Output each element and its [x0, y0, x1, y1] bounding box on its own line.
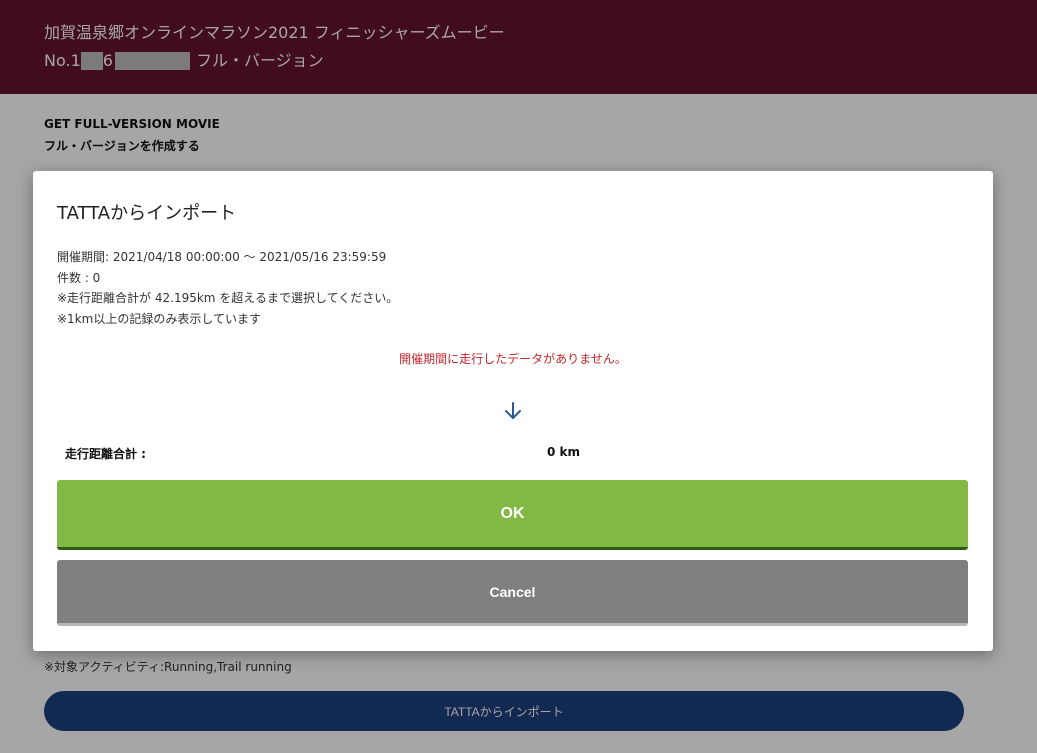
cancel-button[interactable]: Cancel	[57, 560, 968, 626]
ok-button[interactable]: OK	[57, 480, 968, 550]
import-modal: TATTAからインポート 開催期間: 2021/04/18 00:00:00 〜…	[33, 171, 993, 651]
distance-note: ※走行距離合計が 42.195km を超えるまで選択してください。	[57, 291, 399, 305]
arrow-down-icon	[505, 402, 521, 419]
record-count: 件数 : 0	[57, 271, 101, 285]
minimum-note: ※1km以上の記録のみ表示しています	[57, 312, 261, 326]
modal-title: TATTAからインポート	[57, 203, 237, 224]
total-distance-value: 0 km	[547, 445, 581, 459]
total-distance-label: 走行距離合計 :	[65, 447, 146, 461]
event-period: 開催期間: 2021/04/18 00:00:00 〜 2021/05/16 2…	[57, 250, 387, 264]
no-data-message: 開催期間に走行したデータがありません。	[399, 352, 627, 366]
